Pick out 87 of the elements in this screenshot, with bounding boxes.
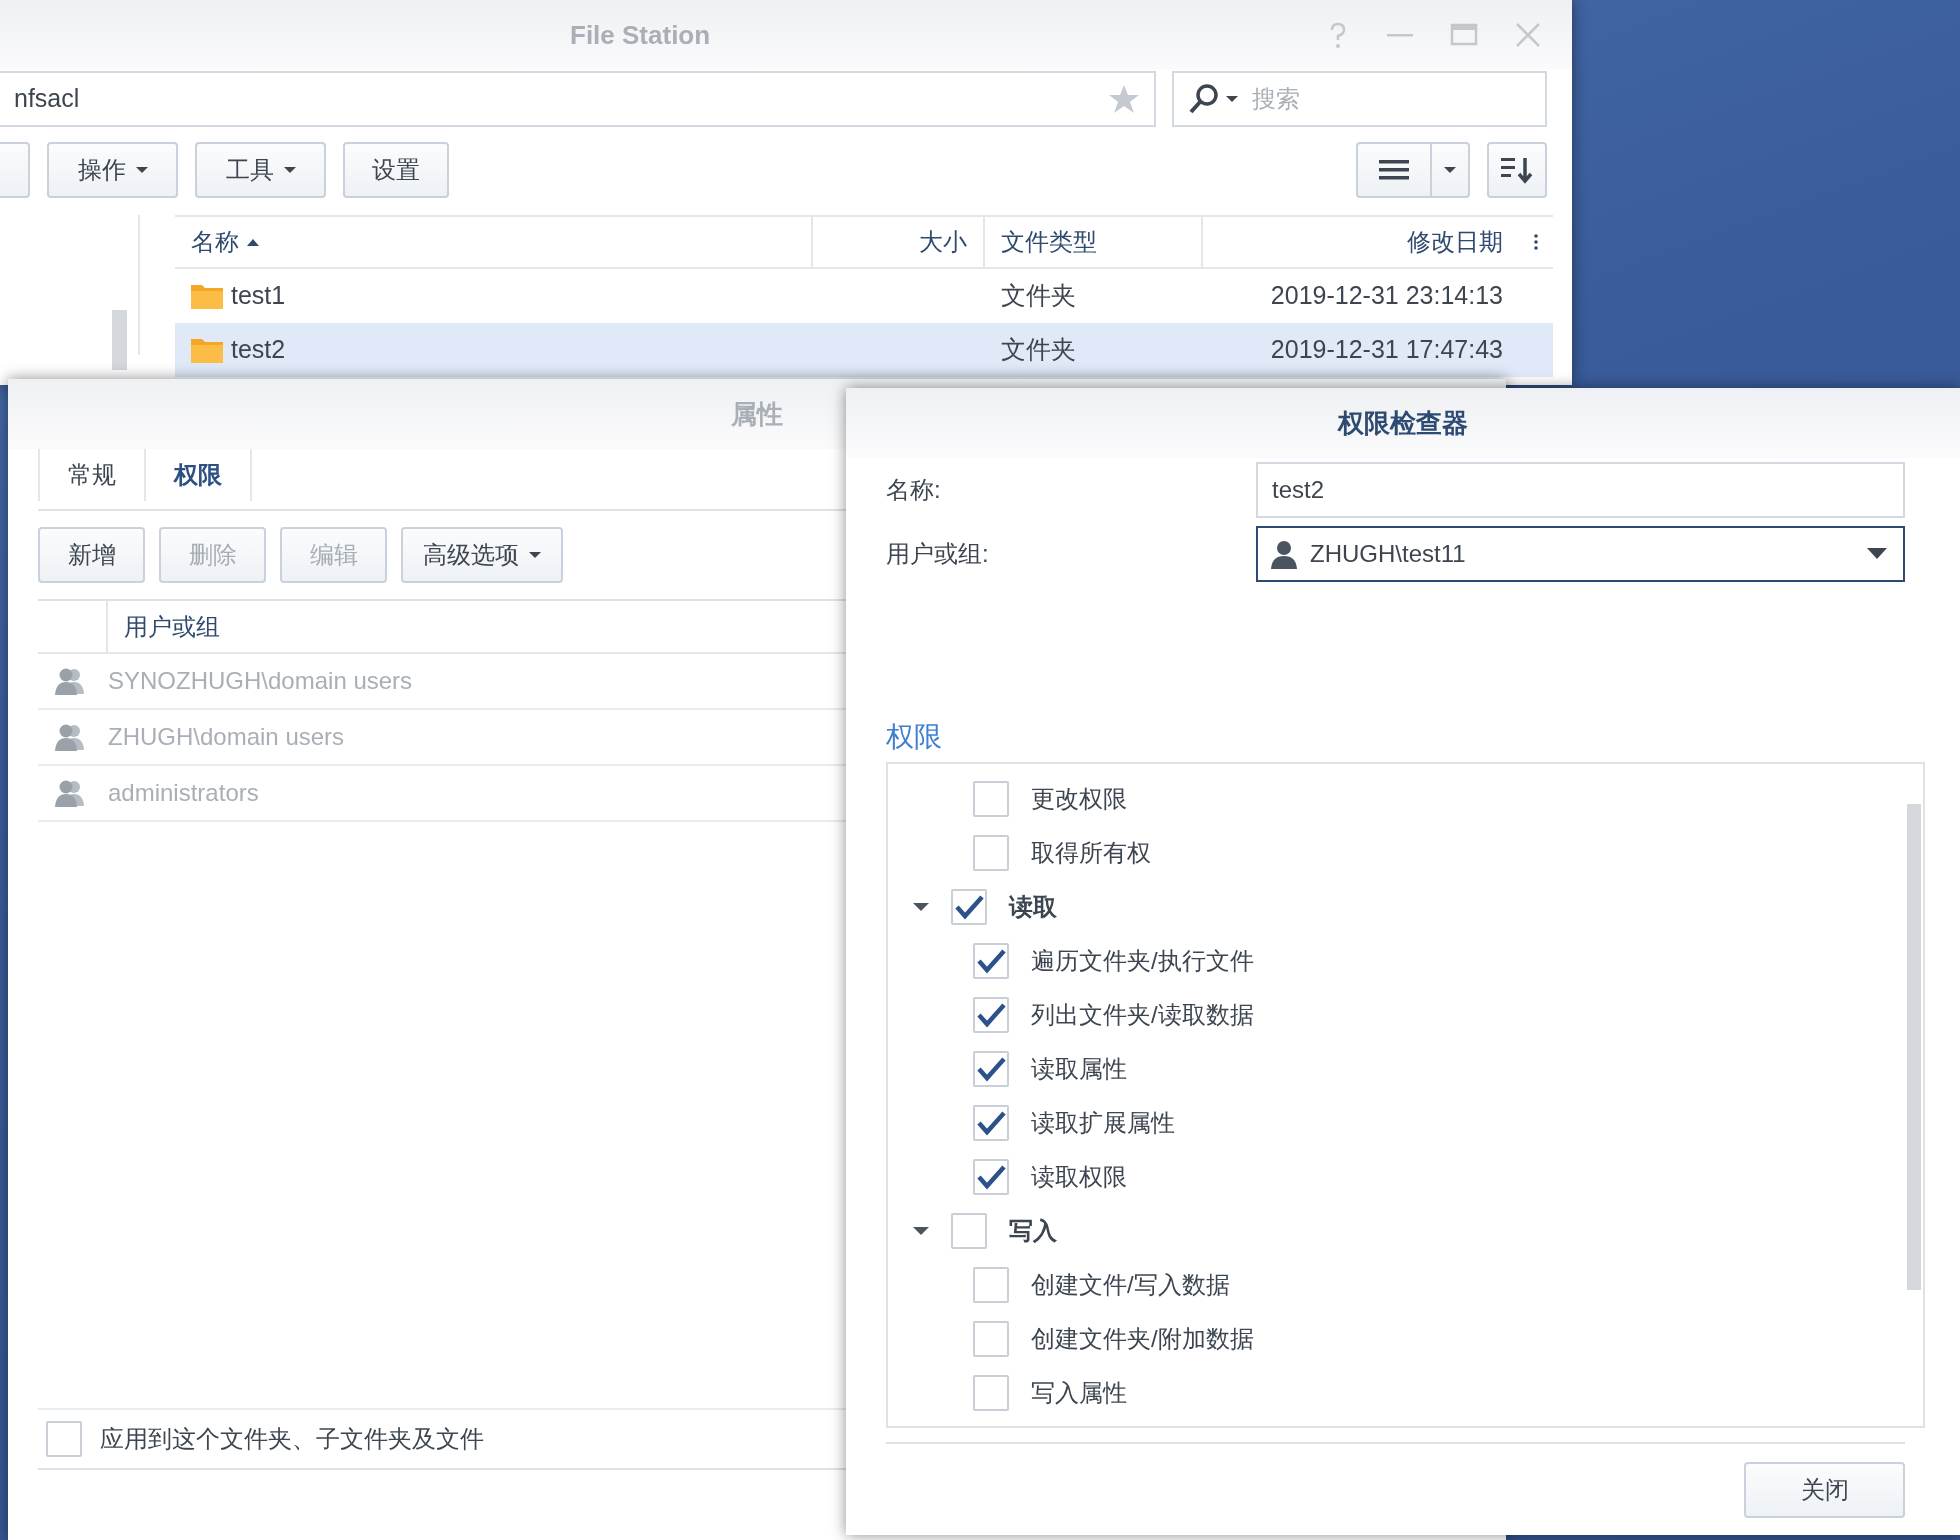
- check-icon: [976, 1056, 1006, 1082]
- window-title: 权限检查器: [1338, 406, 1468, 440]
- checkbox[interactable]: [973, 1159, 1009, 1195]
- permission-label: 读取权限: [1031, 1162, 1127, 1192]
- scrollbar-thumb[interactable]: [112, 310, 127, 370]
- checkbox-label: 应用到这个文件夹、子文件夹及文件: [100, 1424, 484, 1454]
- user-group-icon: [54, 666, 86, 696]
- window-title: File Station: [570, 18, 711, 52]
- check-icon: [954, 894, 984, 920]
- check-icon: [976, 1110, 1006, 1136]
- list-icon: [1379, 159, 1409, 181]
- field-label: 用户或组:: [886, 539, 990, 569]
- checkbox[interactable]: [973, 1051, 1009, 1087]
- file-name: test2: [231, 334, 286, 366]
- checkbox[interactable]: [951, 1213, 987, 1249]
- action-button[interactable]: 高级选项: [401, 527, 563, 583]
- permission-label: 读取属性: [1031, 1054, 1127, 1084]
- more-options-icon[interactable]: [1534, 234, 1538, 250]
- folder-icon: [191, 283, 223, 309]
- toolbar-button[interactable]: 操作: [47, 142, 178, 198]
- checkbox[interactable]: [973, 1267, 1009, 1303]
- caret-icon: [1226, 96, 1238, 102]
- toolbar-button[interactable]: 设置: [343, 142, 449, 198]
- caret-icon: [1444, 167, 1456, 173]
- column-header[interactable]: 修改日期: [1203, 217, 1519, 267]
- path-field[interactable]: nfsacl: [0, 71, 1156, 127]
- permission-label: 遍历文件夹/执行文件: [1031, 946, 1254, 976]
- view-dropdown-button[interactable]: [1432, 142, 1470, 198]
- list-view-button[interactable]: [1356, 142, 1432, 198]
- path-text: nfsacl: [14, 83, 80, 115]
- permission-label: 读取扩展属性: [1031, 1108, 1175, 1138]
- sort-button[interactable]: [1487, 142, 1547, 198]
- close-icon[interactable]: [1514, 21, 1542, 49]
- checkbox[interactable]: [973, 1375, 1009, 1411]
- tab[interactable]: 权限: [144, 449, 252, 501]
- action-button[interactable]: 新增: [38, 527, 145, 583]
- dropdown-caret-icon: [1867, 548, 1887, 560]
- file-type: 文件夹: [1001, 335, 1076, 364]
- permission-label: 写入: [1009, 1216, 1057, 1246]
- permission-label: 更改权限: [1031, 784, 1127, 814]
- user-group-icon: [54, 778, 86, 808]
- modified-date: 2019-12-31 17:47:43: [1270, 335, 1503, 364]
- modified-date: 2019-12-31 23:14:13: [1270, 281, 1503, 310]
- checkbox[interactable]: [973, 1321, 1009, 1357]
- checkbox[interactable]: [973, 997, 1009, 1033]
- folder-icon: [191, 337, 223, 363]
- collapse-arrow-icon[interactable]: [913, 903, 929, 911]
- checkbox[interactable]: [46, 1421, 82, 1457]
- check-icon: [976, 1164, 1006, 1190]
- column-header[interactable]: 用户或组: [108, 601, 220, 652]
- sort-icon: [1501, 156, 1533, 184]
- close-button[interactable]: 关闭: [1744, 1462, 1905, 1518]
- permission-label: 写入属性: [1031, 1378, 1127, 1408]
- checkbox[interactable]: [973, 835, 1009, 871]
- file-row[interactable]: test1 文件夹 2019-12-31 23:14:13: [175, 269, 1553, 323]
- tab[interactable]: 常规: [38, 449, 144, 501]
- checkbox[interactable]: [973, 1105, 1009, 1141]
- permission-label: 创建文件夹/附加数据: [1031, 1324, 1254, 1354]
- permission-label: 创建文件/写入数据: [1031, 1270, 1230, 1300]
- search-placeholder: 搜索: [1252, 84, 1300, 114]
- field-label: 名称:: [886, 475, 942, 505]
- column-header[interactable]: 文件类型: [985, 217, 1203, 267]
- scrollbar-thumb[interactable]: [1907, 804, 1921, 1290]
- user-icon: [1270, 539, 1298, 569]
- collapse-arrow-icon[interactable]: [913, 1227, 929, 1235]
- column-header[interactable]: 大小: [813, 217, 985, 267]
- file-row[interactable]: test2 文件夹 2019-12-31 17:47:43: [175, 323, 1553, 377]
- search-icon: [1188, 83, 1220, 115]
- permission-label: 读取: [1009, 892, 1057, 922]
- user-select[interactable]: ZHUGH\test11: [1256, 526, 1905, 582]
- checkbox[interactable]: [951, 889, 987, 925]
- toolbar-button[interactable]: [0, 142, 30, 198]
- checkbox[interactable]: [973, 781, 1009, 817]
- user-group-icon: [54, 722, 86, 752]
- column-header[interactable]: 名称: [175, 217, 813, 267]
- name-field[interactable]: test2: [1256, 462, 1905, 518]
- star-icon[interactable]: [1108, 83, 1140, 115]
- file-type: 文件夹: [1001, 281, 1076, 310]
- permission-label: 取得所有权: [1031, 838, 1151, 868]
- section-heading: 权限: [886, 720, 943, 754]
- checkbox[interactable]: [973, 943, 1009, 979]
- file-name: test1: [231, 280, 286, 312]
- check-icon: [976, 1002, 1006, 1028]
- toolbar-button[interactable]: 工具: [195, 142, 326, 198]
- check-icon: [976, 948, 1006, 974]
- permission-label: 列出文件夹/读取数据: [1031, 1000, 1254, 1030]
- window-title: 属性: [731, 397, 783, 431]
